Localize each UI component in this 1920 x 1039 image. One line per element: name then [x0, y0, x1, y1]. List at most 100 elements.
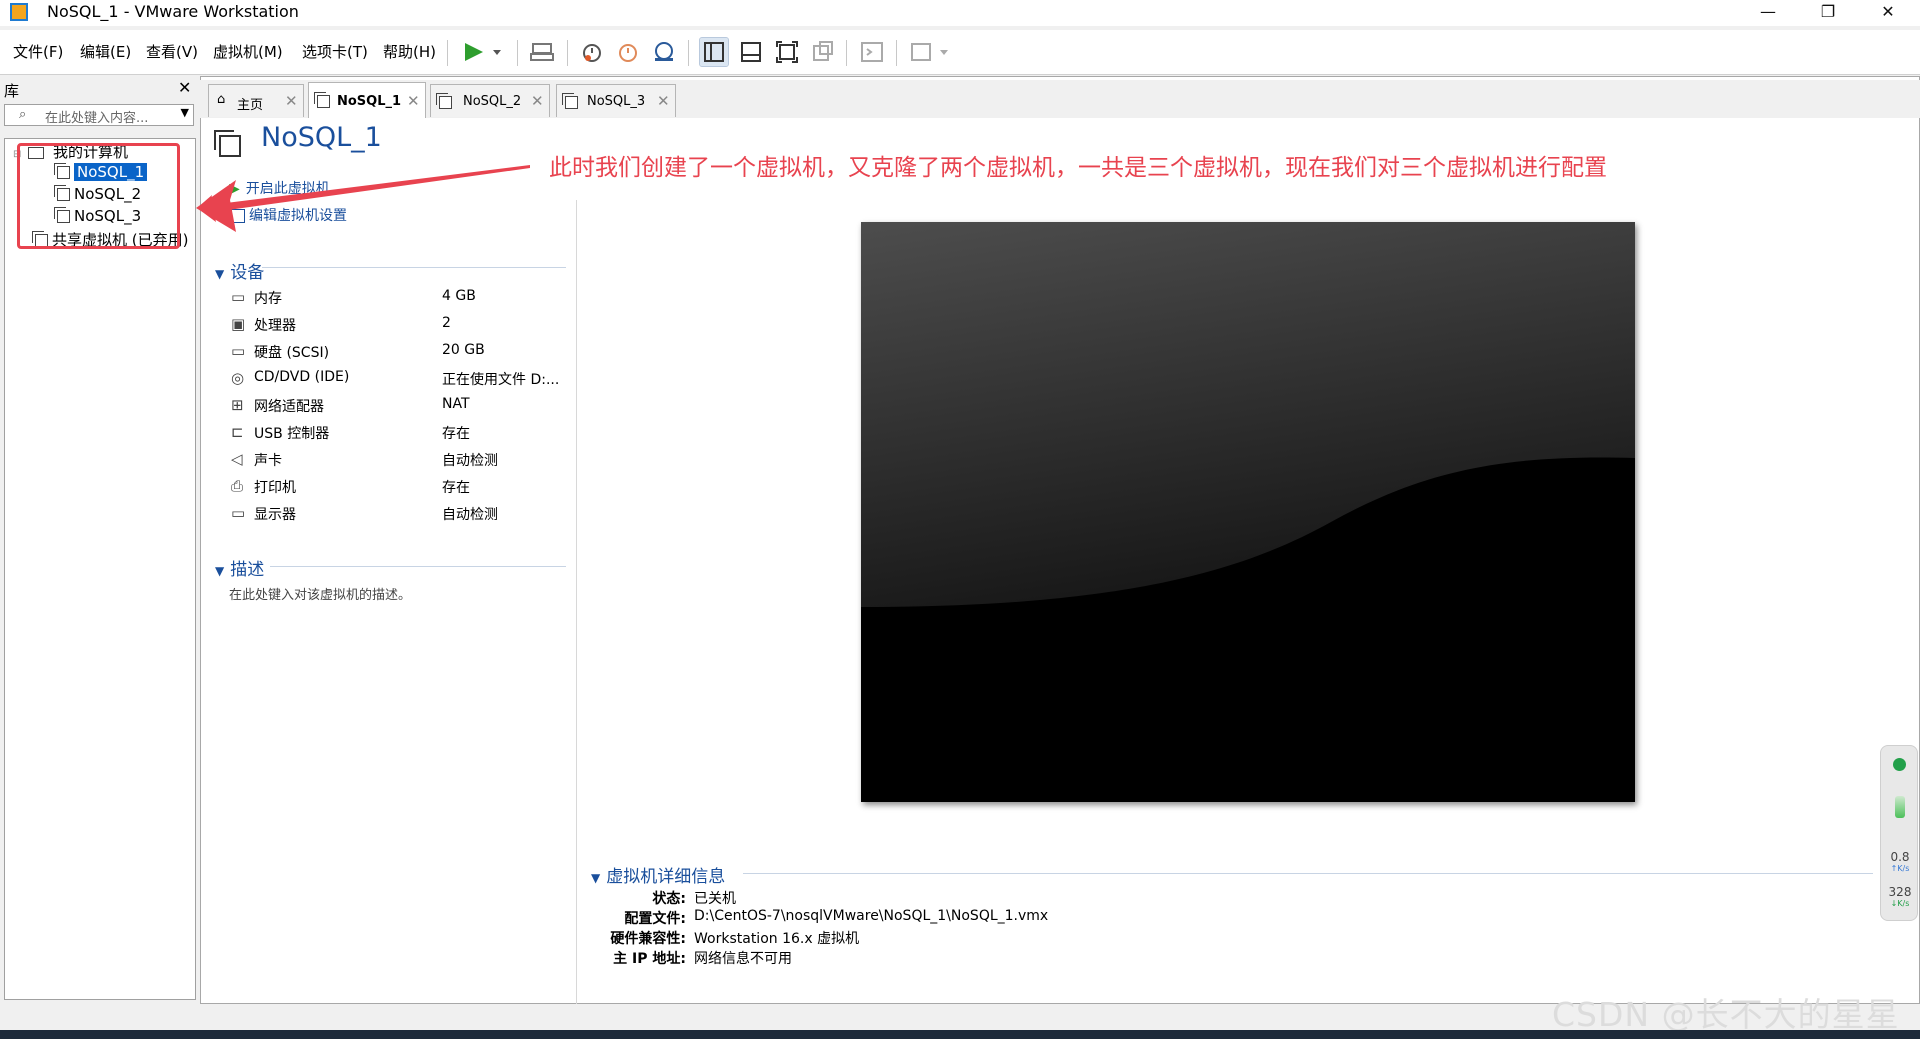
memory-icon: ▭: [231, 288, 246, 306]
tab-label: NoSQL_2: [463, 94, 522, 109]
power-on-vm-link[interactable]: ▶ 开启此虚拟机: [229, 178, 330, 198]
close-icon[interactable]: ✕: [531, 92, 544, 110]
tab-nosql-3[interactable]: NoSQL_3 ✕: [556, 84, 676, 117]
power-on-button[interactable]: [459, 38, 507, 66]
vm-tree: ⊟ 我的计算机 NoSQL_1 NoSQL_2 NoSQL_3 共享虚拟机 (已…: [4, 138, 196, 1000]
full-screen-icon[interactable]: [773, 38, 801, 66]
vm-icon: [562, 93, 578, 109]
tab-bar: ⌂ 主页 ✕ NoSQL_1 ✕ NoSQL_2 ✕ NoSQL_3 ✕: [200, 80, 1920, 118]
sound-icon: ◁: [231, 450, 243, 468]
library-search-input[interactable]: ⌕ 在此处键入内容... ▼: [4, 104, 194, 126]
thumbnail-bar-icon[interactable]: [737, 38, 765, 66]
device-value: 存在: [442, 480, 470, 496]
device-value: 2: [442, 315, 451, 331]
annotation-text: 此时我们创建了一个虚拟机，又克隆了两个虚拟机，一共是三个虚拟机，现在我们对三个虚…: [549, 155, 1607, 181]
restore-button[interactable]: ❐: [1800, 0, 1856, 26]
menu-view[interactable]: 查看(V): [146, 41, 198, 62]
library-title: 库: [4, 82, 20, 100]
menu-bar: 文件(F) 编辑(E) 查看(V) 虚拟机(M) 选项卡(T) 帮助(H): [0, 30, 1920, 75]
vm-title: NoSQL_1: [261, 122, 382, 153]
unity-icon[interactable]: [809, 38, 837, 66]
device-value: 4 GB: [442, 288, 476, 304]
title-bar: NoSQL_1 - VMware Workstation — ❐ ✕: [0, 0, 1920, 26]
send-ctrl-alt-del-icon[interactable]: [528, 38, 556, 66]
collapse-triangle-icon[interactable]: ▼: [215, 267, 224, 281]
detail-label: 配置文件:: [624, 911, 686, 927]
stretch-guest-icon[interactable]: [908, 38, 956, 66]
menu-edit[interactable]: 编辑(E): [80, 41, 131, 62]
cpu-icon: ▣: [231, 315, 246, 333]
device-name[interactable]: 处理器: [254, 315, 296, 335]
upload-speed: 0.8: [1890, 850, 1910, 864]
tab-label: NoSQL_1: [337, 94, 402, 109]
chevron-down-icon[interactable]: ▼: [181, 106, 189, 119]
edit-vm-settings-link[interactable]: 编辑虚拟机设置: [231, 205, 347, 225]
device-name[interactable]: 声卡: [254, 450, 282, 470]
taskbar-strip: [0, 1030, 1920, 1039]
printer-icon: ⎙: [231, 477, 244, 495]
device-value: 20 GB: [442, 342, 485, 358]
vm-icon: [314, 92, 330, 108]
device-value: 存在: [442, 426, 470, 442]
detail-label: 主 IP 地址:: [613, 951, 686, 967]
vm-icon: [436, 93, 452, 109]
vm-screen-preview[interactable]: [861, 222, 1635, 802]
section-title: 描述: [230, 560, 265, 580]
snapshot-icon[interactable]: [578, 38, 606, 66]
upload-unit: ↑K/s: [1890, 864, 1910, 873]
unit-label: K/s: [1897, 899, 1910, 908]
device-name[interactable]: 显示器: [254, 504, 296, 524]
vmware-app-icon: [10, 3, 28, 21]
close-icon[interactable]: ✕: [657, 92, 670, 110]
device-value: 正在使用文件 D:...: [442, 372, 560, 388]
close-icon[interactable]: ✕: [285, 92, 298, 110]
download-speed: 328: [1888, 885, 1912, 899]
play-icon: ▶: [229, 181, 240, 197]
device-name[interactable]: 网络适配器: [254, 396, 324, 416]
tab-nosql-1[interactable]: NoSQL_1 ✕: [308, 82, 426, 118]
network-speed-widget[interactable]: 0.8 ↑K/s 328 ↓K/s: [1880, 745, 1918, 921]
vm-details-section-header[interactable]: ▼ 虚拟机详细信息: [591, 862, 725, 887]
usb-icon: ⊏: [231, 423, 244, 441]
close-button[interactable]: ✕: [1860, 0, 1916, 26]
library-close-icon[interactable]: ✕: [178, 78, 191, 97]
collapse-triangle-icon[interactable]: ▼: [215, 564, 224, 578]
device-name[interactable]: CD/DVD (IDE): [254, 369, 349, 385]
library-view-icon[interactable]: [699, 37, 729, 67]
menu-vm[interactable]: 虚拟机(M): [213, 41, 283, 62]
cd-icon: ◎: [231, 369, 245, 387]
revert-snapshot-icon[interactable]: [614, 38, 642, 66]
menu-tabs[interactable]: 选项卡(T): [302, 41, 368, 62]
devices-section-header[interactable]: ▼ 设备: [215, 258, 264, 283]
display-icon: ▭: [231, 504, 246, 522]
level-bar: [1895, 796, 1905, 818]
device-name[interactable]: 硬盘 (SCSI): [254, 342, 329, 362]
network-icon: ⊞: [231, 396, 244, 414]
device-name[interactable]: 打印机: [254, 477, 296, 497]
description-section-header[interactable]: ▼ 描述: [215, 555, 264, 580]
link-label: 开启此虚拟机: [245, 181, 330, 197]
snapshot-manager-icon[interactable]: [650, 38, 678, 66]
status-dot-icon: [1893, 758, 1906, 771]
device-name[interactable]: USB 控制器: [254, 423, 329, 443]
section-title: 设备: [230, 263, 265, 283]
link-label: 编辑虚拟机设置: [249, 208, 347, 224]
pane-divider[interactable]: [576, 200, 577, 1004]
device-name[interactable]: 内存: [254, 288, 282, 308]
collapse-triangle-icon[interactable]: ▼: [591, 871, 600, 885]
description-field[interactable]: 在此处键入对该虚拟机的描述。: [229, 584, 411, 603]
menu-help[interactable]: 帮助(H): [383, 41, 436, 62]
close-icon[interactable]: ✕: [407, 92, 420, 110]
minimize-button[interactable]: —: [1740, 0, 1796, 26]
tab-home[interactable]: ⌂ 主页 ✕: [208, 84, 304, 117]
vm-title-icon: [214, 130, 241, 157]
watermark: CSDN @长不大的星星: [1552, 995, 1900, 1034]
search-icon: ⌕: [19, 107, 27, 122]
detail-label: 硬件兼容性:: [610, 931, 686, 947]
tab-nosql-2[interactable]: NoSQL_2 ✕: [430, 84, 550, 117]
detail-value: 已关机: [694, 891, 736, 907]
console-icon[interactable]: [858, 38, 886, 66]
menu-file[interactable]: 文件(F): [13, 41, 63, 62]
detail-value: 网络信息不可用: [694, 951, 792, 967]
window-title: NoSQL_1 - VMware Workstation: [47, 2, 299, 21]
